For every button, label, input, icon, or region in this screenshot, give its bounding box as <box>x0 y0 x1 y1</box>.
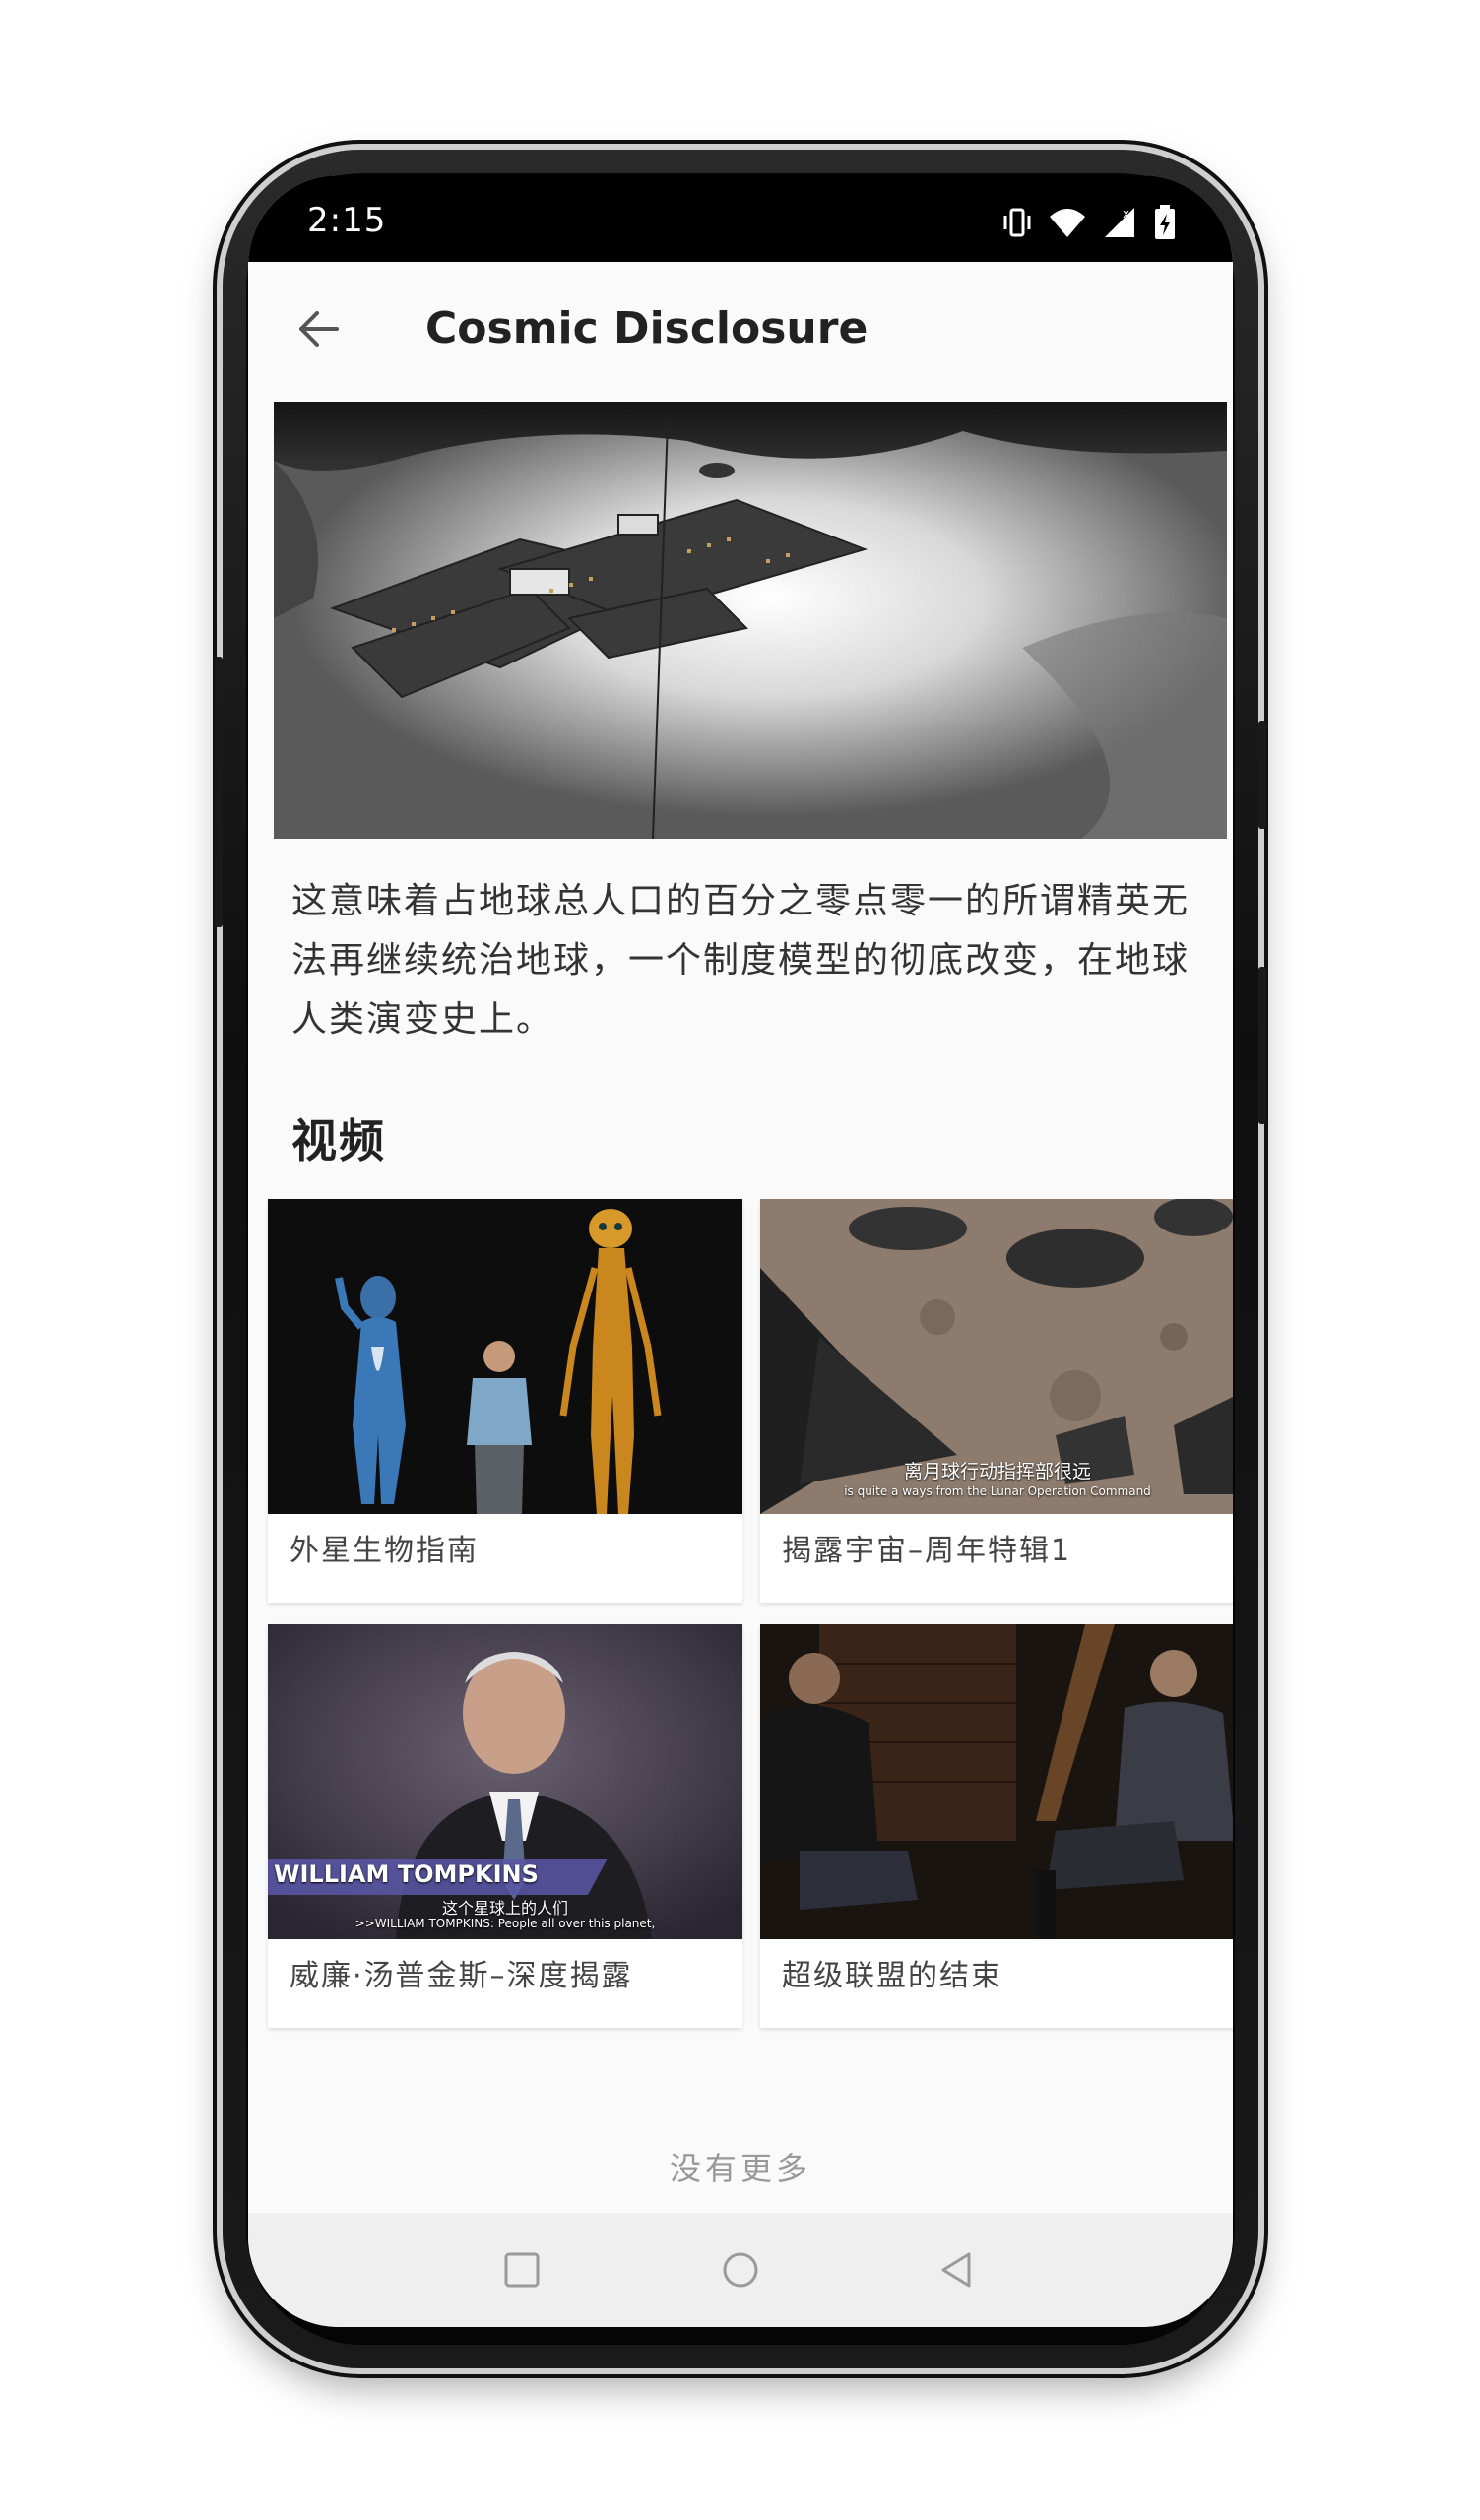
video-card[interactable]: 外星生物指南 <box>268 1199 742 1603</box>
wifi-icon <box>1048 207 1087 238</box>
nav-back-button[interactable] <box>928 2240 987 2300</box>
vibrate-icon <box>1002 206 1032 239</box>
status-time: 2:15 <box>307 201 387 240</box>
video-title: 揭露宇宙–周年特辑1 <box>782 1534 1072 1568</box>
home-button[interactable] <box>711 2240 770 2300</box>
recents-button[interactable] <box>492 2240 551 2300</box>
video-card[interactable]: WILLIAM TOMPKINS 这个星球上的人们 >>WILLIAM TOMP… <box>268 1624 742 2028</box>
video-card[interactable]: 超级联盟的结束 <box>760 1624 1233 2028</box>
power-button <box>1258 967 1266 1124</box>
alert-slider <box>1258 721 1266 829</box>
phone-screen: 2:15 x Cosmic Disclosure 这意味着占地球总人口的百分之零… <box>248 175 1233 2327</box>
back-button[interactable] <box>288 297 351 360</box>
app-bar: Cosmic Disclosure <box>248 262 1233 398</box>
section-heading-videos: 视频 <box>291 1114 386 1167</box>
square-icon <box>504 2252 540 2288</box>
video-thumbnail: WILLIAM TOMPKINS 这个星球上的人们 >>WILLIAM TOMP… <box>268 1624 742 1939</box>
circle-icon <box>723 2252 758 2288</box>
svg-text:x: x <box>1123 207 1129 220</box>
volume-button <box>215 657 223 927</box>
battery-icon <box>1154 205 1176 240</box>
video-title: 威廉·汤普金斯–深度揭露 <box>290 1959 633 1993</box>
video-name-banner: WILLIAM TOMPKINS <box>274 1860 539 1888</box>
triangle-back-icon <box>941 2252 971 2288</box>
video-card[interactable]: 离月球行动指挥部很远 is quite a ways from the Luna… <box>760 1199 1233 1603</box>
no-more-label: 没有更多 <box>669 2150 811 2187</box>
signal-icon: x <box>1103 206 1138 239</box>
video-title: 超级联盟的结束 <box>782 1959 1002 1993</box>
video-subtitle-en: >>WILLIAM TOMPKINS: People all over this… <box>354 1917 656 1930</box>
status-icons: x <box>1002 205 1176 240</box>
video-subtitle-en: is quite a ways from the Lunar Operation… <box>844 1484 1151 1498</box>
page-title: Cosmic Disclosure <box>425 303 869 353</box>
video-thumbnail <box>760 1624 1233 1939</box>
article-paragraph: 这意味着占地球总人口的百分之零点零一的所谓精英无法再继续统治地球，一个制度模型的… <box>291 881 1190 1040</box>
hero-image <box>274 402 1227 839</box>
video-thumbnail: 离月球行动指挥部很远 is quite a ways from the Luna… <box>760 1199 1233 1514</box>
video-subtitle-cn: 离月球行动指挥部很远 <box>903 1461 1091 1482</box>
arrow-back-icon <box>299 311 339 346</box>
video-subtitle-cn: 这个星球上的人们 <box>441 1899 568 1918</box>
video-thumbnail <box>268 1199 742 1514</box>
status-bar: 2:15 x <box>248 175 1233 262</box>
navigation-bar <box>248 2213 1233 2327</box>
video-title: 外星生物指南 <box>290 1534 479 1568</box>
